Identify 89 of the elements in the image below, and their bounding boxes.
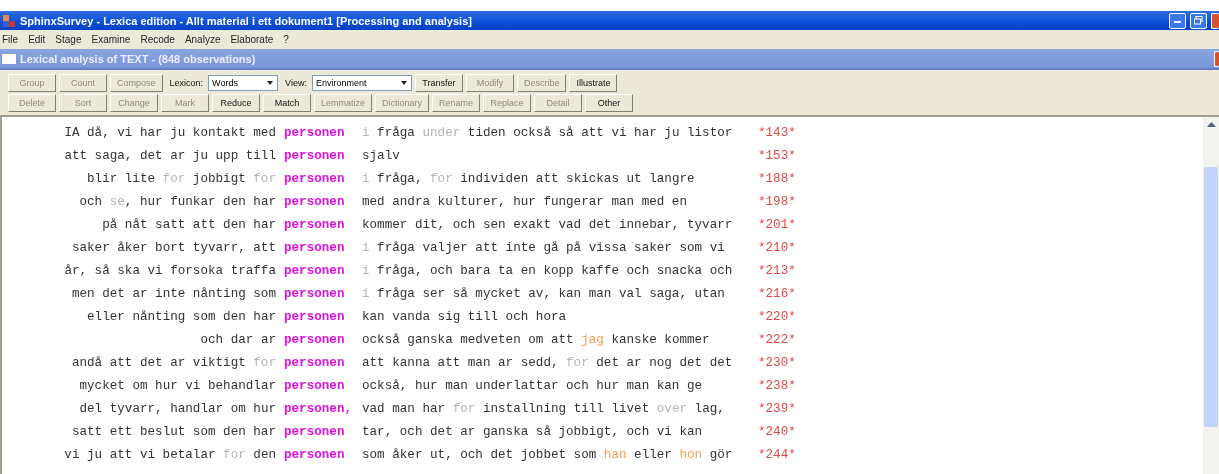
context-text: i fråga valjer att inte gå på vissa saker som vi: [362, 240, 726, 255]
context-text: kan vanda sig till och hora: [362, 309, 568, 324]
menu-item[interactable]: Edit: [28, 34, 46, 45]
menu-item[interactable]: Elaborate: [230, 34, 274, 45]
toolbar-button[interactable]: Transfer: [414, 74, 463, 92]
document-title: Lexical analysis of TEXT - (848 observations): [20, 52, 257, 65]
keyword-text: personen: [284, 355, 346, 370]
menu-item[interactable]: Recode: [140, 34, 175, 45]
scrollbar[interactable]: [1203, 117, 1219, 474]
context-text: kommer dit, och sen exakt vad det innebar, tyvarr: [362, 217, 734, 232]
app-icon: [2, 13, 16, 28]
context-text: eller nånting som den har: [86, 309, 276, 324]
field-label: Lexicon:: [169, 78, 204, 88]
context-text: saker åker bort tyvarr, att: [70, 240, 276, 255]
keyword-text: personen: [284, 286, 346, 301]
menu-item[interactable]: File: [2, 34, 19, 45]
menu-item[interactable]: Analyze: [184, 34, 221, 45]
scrollbar-thumb[interactable]: [1204, 167, 1218, 427]
context-text: med andra kulturer, hur fungerar man med en: [362, 194, 688, 209]
reference-number: *216*: [758, 286, 796, 301]
context-text: i fråga, och bara ta en kopp kaffe och snacka och: [362, 263, 734, 278]
keyword-text: personen: [284, 332, 346, 347]
menu-item[interactable]: ?: [283, 34, 289, 45]
context-text: men det ar inte nånting som: [70, 286, 276, 301]
menu-item[interactable]: Stage: [55, 34, 82, 45]
reference-number: *143*: [758, 125, 796, 140]
reference-number: *220*: [758, 309, 796, 324]
context-text: blir lite for jobbigt for: [86, 171, 276, 186]
context-text: också, hur man underlattar och hur man kan ge: [362, 378, 704, 393]
context-text: år, så ska vi forsoka traffa: [63, 263, 276, 278]
keyword-text: personen: [284, 148, 346, 163]
keyword-text: personen: [284, 217, 346, 232]
keyword-text: personen: [284, 309, 346, 324]
reference-number: *198*: [758, 194, 796, 209]
keyword-text: personen: [284, 171, 346, 186]
context-text: i fråga under tiden också så att vi har ju listor: [362, 125, 734, 140]
context-text: tar, och det ar ganska så jobbigt, och vi kan: [362, 424, 704, 439]
keyword-text: personen: [284, 263, 346, 278]
context-text: och dar ar: [199, 332, 276, 347]
keyword-text: personen: [284, 194, 346, 209]
toolbar-button[interactable]: Other: [585, 94, 634, 112]
reference-number: *238*: [758, 378, 796, 393]
dropdown-field[interactable]: Words: [208, 75, 279, 91]
context-text: mycket om hur vi behandlar: [78, 378, 276, 393]
keyword-text: personen: [284, 447, 346, 462]
reference-number: *213*: [758, 263, 796, 278]
context-text: på nåt satt att den har: [101, 217, 276, 232]
context-text: del tyvarr, handlar om hur: [78, 401, 276, 416]
toolbar-button[interactable]: Illustrate: [569, 74, 618, 92]
context-text: också ganska medveten om att jag kanske kommer: [362, 332, 711, 347]
context-text: och se, hur funkar den har: [78, 194, 276, 209]
reference-number: *188*: [758, 171, 796, 186]
close-button[interactable]: [1214, 50, 1219, 67]
context-text: satt ett beslut som den har: [70, 424, 276, 439]
reference-number: *244*: [758, 447, 796, 462]
context-text: att saga, det ar ju upp till: [63, 148, 276, 163]
restore-icon: [1194, 16, 1203, 25]
window-icon: [2, 53, 16, 64]
keyword-text: personen: [284, 424, 346, 439]
window-title: SphinxSurvey - Lexica edition - Allt material i ett dokument1 [Processing and analysis]: [20, 14, 473, 27]
context-text: att kanna att man ar sedd, for det ar nog det det: [362, 355, 734, 370]
menu-item[interactable]: Examine: [91, 34, 131, 45]
toolbar-button[interactable]: Reduce: [212, 94, 260, 112]
toolbar-button[interactable]: Match: [263, 94, 311, 112]
reference-number: *210*: [758, 240, 796, 255]
reference-number: *230*: [758, 355, 796, 370]
reference-number: *239*: [758, 401, 796, 416]
keyword-text: personen,: [284, 401, 354, 416]
keyword-text: personen: [284, 125, 346, 140]
context-text: andå att det ar viktigt for: [70, 355, 276, 370]
context-text: som åker ut, och det jobbet som han eller hon gör: [362, 447, 734, 462]
context-text: sjalv: [362, 148, 401, 163]
minimize-button[interactable]: [1169, 12, 1186, 29]
reference-number: *201*: [758, 217, 796, 232]
keyword-text: personen: [284, 378, 346, 393]
reference-number: *222*: [758, 332, 796, 347]
context-text: i fråga ser så mycket av, kan man val saga, utan: [362, 286, 726, 301]
context-text: vi ju att vi betalar for den: [63, 447, 276, 462]
context-text: vad man har for installning till livet over lag,: [362, 401, 726, 416]
context-text: i fråga, for individen att skickas ut langre: [362, 171, 696, 186]
dropdown-field[interactable]: Environment: [311, 75, 412, 91]
close-button[interactable]: [1211, 12, 1219, 29]
reference-number: *153*: [758, 148, 796, 163]
field-label: View:: [285, 78, 307, 88]
context-text: IA då, vi har ju kontakt med: [63, 125, 276, 140]
scroll-up-icon[interactable]: [1206, 121, 1216, 127]
reference-number: *240*: [758, 424, 796, 439]
restore-button[interactable]: [1190, 12, 1207, 29]
keyword-text: personen: [284, 240, 346, 255]
